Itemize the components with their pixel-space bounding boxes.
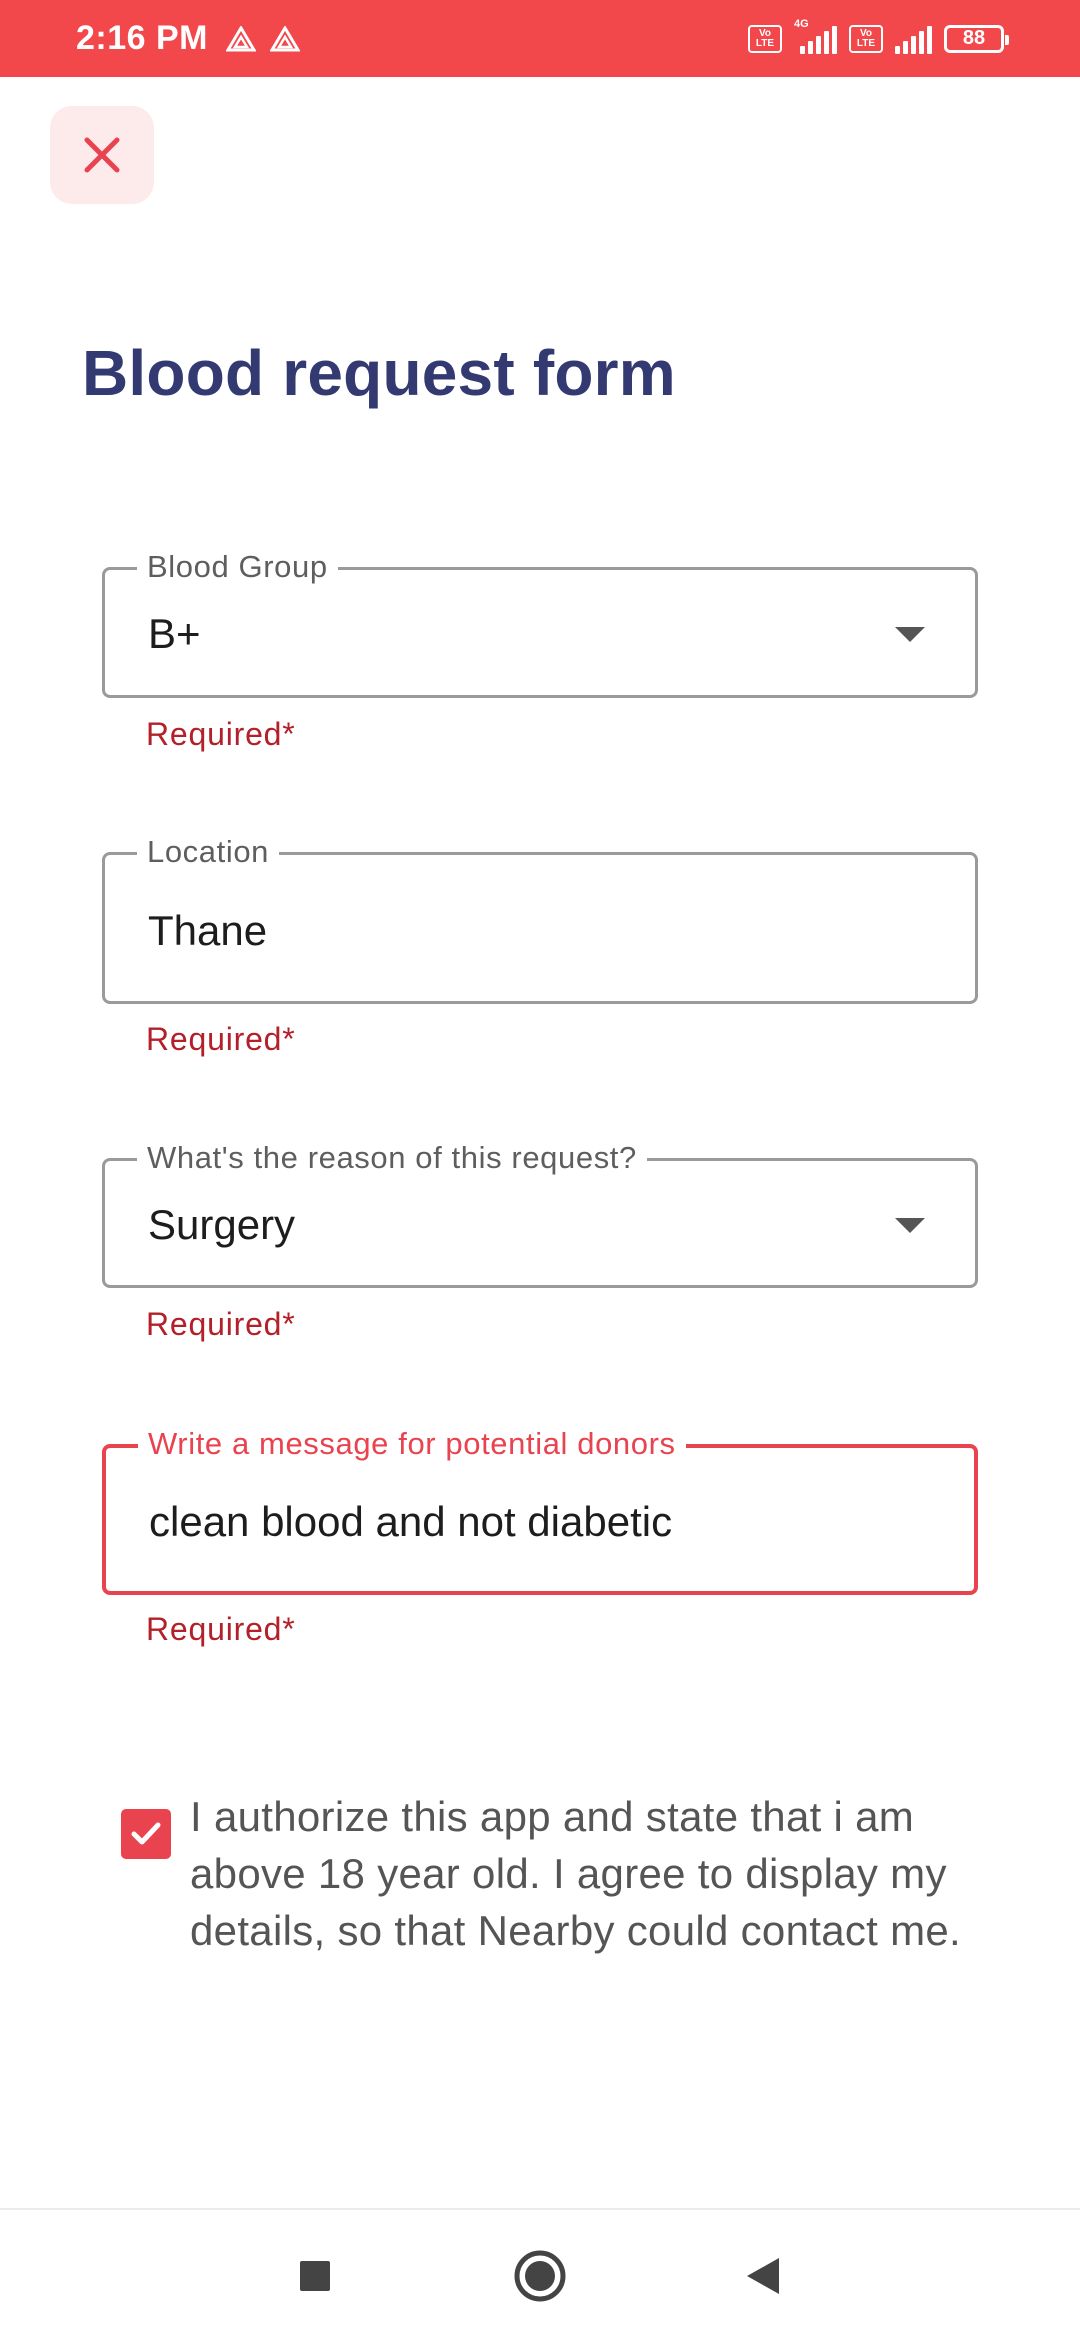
blood-group-label: Blood Group [137,549,338,585]
location-input[interactable]: Thane [148,907,267,955]
volte-icon: Vo LTE [849,24,883,53]
volte-icon: Vo LTE [748,24,782,53]
blood-group-dropdown[interactable]: Blood Group B+ [102,549,978,698]
battery-level: 88 [962,27,986,49]
recents-button[interactable] [270,2210,360,2340]
home-button[interactable] [495,2210,585,2340]
signal-icon: 4G [794,18,837,54]
drive-icon [226,25,256,51]
status-time: 2:16 PM [76,19,208,57]
dropdown-arrow-icon [895,627,925,642]
consent-checkbox[interactable] [121,1809,171,1859]
location-field[interactable]: Location Thane [102,834,978,1004]
close-button[interactable] [50,106,154,204]
dropdown-arrow-icon [895,1218,925,1233]
battery-icon: 88 [944,24,1009,53]
close-icon [84,137,120,173]
volte-label: Vo LTE [755,27,775,49]
signal-icon [895,24,932,54]
drive-icon [270,25,300,51]
status-bar: 2:16 PM Vo LTE 4G Vo LTE 88 [0,0,1080,77]
navigation-bar [0,2208,1080,2340]
consent-text: I authorize this app and state that i am… [190,1793,962,1954]
triangle-back-icon [747,2258,779,2294]
reason-label: What's the reason of this request? [137,1140,647,1176]
back-button[interactable] [718,2210,808,2340]
square-icon [300,2261,330,2291]
location-helper: Required* [146,1021,296,1057]
blood-group-value: B+ [148,610,201,657]
reason-helper: Required* [146,1306,296,1342]
location-label: Location [137,834,280,870]
message-helper: Required* [146,1611,296,1647]
reason-dropdown[interactable]: What's the reason of this request? Surge… [102,1140,978,1288]
reason-value: Surgery [148,1201,296,1248]
volte-label: Vo LTE [856,27,876,49]
check-icon [131,1822,161,1845]
status-system-icons: Vo LTE 4G Vo LTE 88 [748,0,1009,77]
blood-group-helper: Required* [146,716,296,752]
network-type: 4G [794,17,809,30]
page-title: Blood request form [82,337,676,409]
circle-icon [514,2250,566,2302]
status-notification-icons [226,25,300,52]
message-label: Write a message for potential donors [138,1426,686,1462]
message-field[interactable]: Write a message for potential donors cle… [102,1426,978,1595]
blood-request-screen: 2:16 PM Vo LTE 4G Vo LTE 88 Blood reques… [0,0,1080,2340]
message-input[interactable]: clean blood and not diabetic [149,1498,672,1546]
